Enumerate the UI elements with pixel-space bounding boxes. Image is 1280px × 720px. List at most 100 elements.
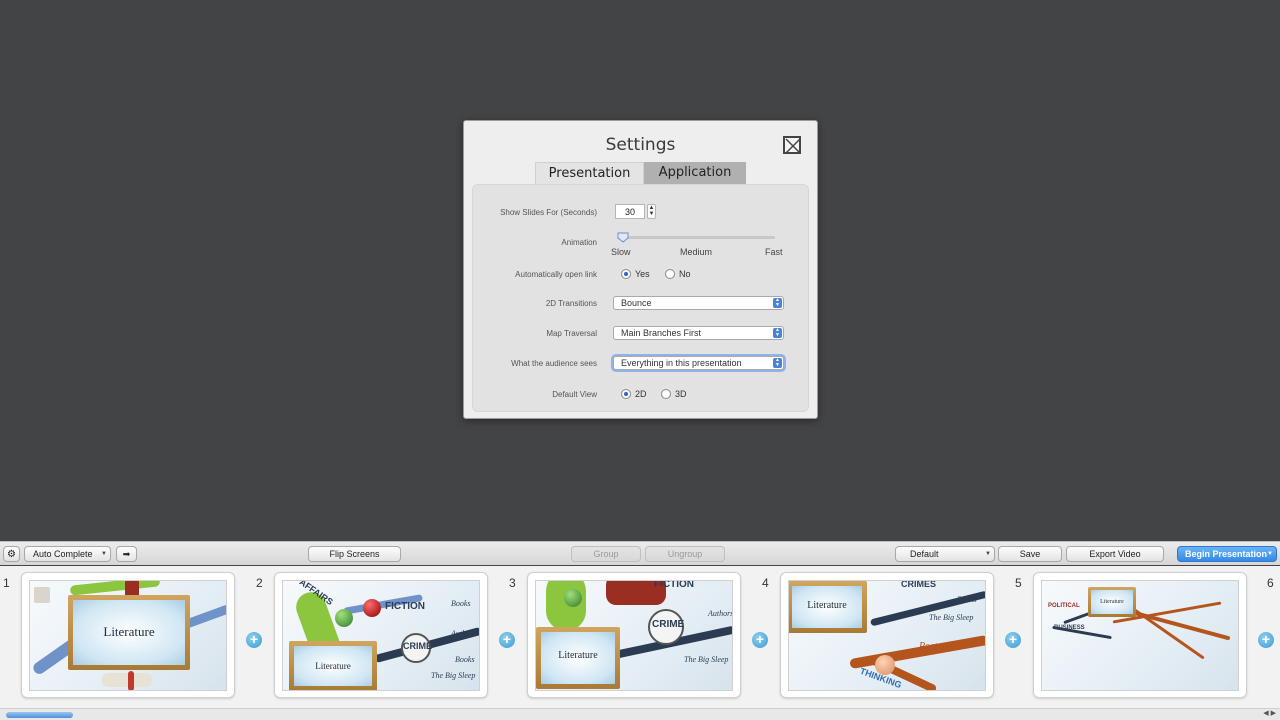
add-slide-button[interactable]: + <box>246 632 262 648</box>
auto-complete-button[interactable]: Auto Complete ▼ <box>24 546 111 562</box>
slide-word: The Big Sleep <box>929 613 974 622</box>
slide-number: 4 <box>762 576 769 590</box>
plus-icon: + <box>755 631 765 647</box>
dialog-title: Settings <box>605 135 676 155</box>
present-screen-button[interactable]: ➡ <box>116 546 137 562</box>
animation-tick-medium: Medium <box>680 247 713 257</box>
settings-dialog: Settings Presentation Application Show S… <box>463 120 818 419</box>
slide-strip: 1 Literature + 2 AFFAIRS FICTION CRIME B… <box>0 566 1280 708</box>
auto-open-no-radio[interactable] <box>665 269 675 279</box>
tab-application[interactable]: Application <box>644 162 746 184</box>
slide-word: FICTION <box>654 580 694 590</box>
export-video-button[interactable]: Export Video <box>1066 546 1164 562</box>
scroll-arrows-icon[interactable]: ◀ ▶ <box>1263 709 1276 717</box>
default-view-2d-label: 2D <box>635 389 647 399</box>
gear-icon: ⚙ <box>7 549 16 560</box>
audience-select[interactable]: Everything in this presentation ▲ ▼ <box>613 356 784 370</box>
chevron-down-icon: ▼ <box>101 551 107 557</box>
flip-screens-button[interactable]: Flip Screens <box>308 546 401 562</box>
settings-gear-button[interactable]: ⚙ <box>3 546 20 562</box>
slide-thumbnail-5[interactable]: POLITICAL BUSINESS Literature <box>1033 572 1247 698</box>
transitions-select[interactable]: Bounce ▲ ▼ <box>613 296 784 310</box>
auto-complete-label: Auto Complete <box>33 549 93 559</box>
slide-thumbnail-2[interactable]: AFFAIRS FICTION CRIME Books Authors Book… <box>274 572 488 698</box>
slide-word: BUSINESS <box>1054 625 1085 631</box>
chevron-down-icon: ▼ <box>1267 551 1273 557</box>
slide-number: 2 <box>256 576 263 590</box>
literature-frame: Literature <box>68 595 190 670</box>
map-traversal-label: Map Traversal <box>546 329 597 338</box>
theme-value: Default <box>910 549 939 559</box>
arrow-right-icon: ➡ <box>122 549 131 559</box>
transitions-label: 2D Transitions <box>545 299 597 308</box>
slide-number: 6 <box>1267 576 1274 590</box>
animation-tick-fast: Fast <box>765 247 783 257</box>
chevron-down-icon: ▼ <box>985 551 991 557</box>
animation-slider-handle[interactable] <box>617 232 629 243</box>
slide-word: Poetry <box>919 641 946 652</box>
slide-title: Literature <box>73 600 185 665</box>
show-slides-label: Show Slides For (Seconds) <box>500 208 597 217</box>
show-slides-stepper[interactable]: ▲ ▼ <box>647 204 656 219</box>
slide-number: 5 <box>1015 576 1022 590</box>
red-ball-icon <box>363 599 381 617</box>
horizontal-scrollbar[interactable]: ◀ ▶ <box>0 708 1280 720</box>
slide-thumbnail-3[interactable]: FICTION CRIME Authors The Big Sleep Lite… <box>527 572 741 698</box>
globe-icon <box>335 609 353 627</box>
plus-icon: + <box>1008 631 1018 647</box>
group-button[interactable]: Group <box>571 546 641 562</box>
slide-preview: AFFAIRS FICTION CRIME Books Authors Book… <box>282 580 480 691</box>
slide-word: Authors <box>451 629 477 638</box>
add-slide-button[interactable]: + <box>499 632 515 648</box>
add-slide-button[interactable]: + <box>752 632 768 648</box>
slide-preview: Literature <box>29 580 227 691</box>
slide-thumbnail-1[interactable]: Literature <box>21 572 235 698</box>
close-icon <box>785 138 801 154</box>
slide-word: Books <box>455 655 475 664</box>
tab-presentation[interactable]: Presentation <box>535 162 644 184</box>
slide-word: The Big Sleep <box>431 671 476 680</box>
save-button[interactable]: Save <box>998 546 1062 562</box>
slide-word: Authors <box>708 609 733 618</box>
slide-title: Literature <box>294 646 372 686</box>
slide-word: Books <box>451 599 471 608</box>
slide-preview: FICTION CRIME Authors The Big Sleep Lite… <box>535 580 733 691</box>
map-traversal-select[interactable]: Main Branches First ▲ ▼ <box>613 326 784 340</box>
default-view-2d-radio[interactable] <box>621 389 631 399</box>
globe-icon <box>564 589 582 607</box>
audience-label: What the audience sees <box>511 359 597 368</box>
literature-frame: Literature <box>1088 587 1136 617</box>
animation-slider-track[interactable] <box>617 236 775 239</box>
transitions-value: Bounce <box>621 298 652 308</box>
literature-frame: Literature <box>789 581 867 633</box>
slide-word: CRIMES <box>901 580 937 589</box>
ungroup-button[interactable]: Ungroup <box>645 546 725 562</box>
slide-word: CRIME <box>403 641 432 651</box>
slide-preview: CRIMES Books The Big Sleep Poetry THINKI… <box>788 580 986 691</box>
scrollbar-thumb[interactable] <box>6 712 73 718</box>
auto-open-yes-radio[interactable] <box>621 269 631 279</box>
plus-icon: + <box>1261 631 1271 647</box>
default-view-3d-radio[interactable] <box>661 389 671 399</box>
slide-word: FICTION <box>385 601 425 612</box>
select-arrows-icon: ▲ ▼ <box>773 298 782 308</box>
add-slide-button[interactable]: + <box>1258 632 1274 648</box>
auto-open-label: Automatically open link <box>515 270 597 279</box>
default-view-label: Default View <box>552 390 597 399</box>
show-slides-input[interactable]: 30 <box>615 204 645 219</box>
slide-title: Literature <box>541 632 615 684</box>
begin-presentation-label: Begin Presentation <box>1185 549 1268 559</box>
slide-word: The Big Sleep <box>684 655 729 664</box>
slide-thumbnail-4[interactable]: CRIMES Books The Big Sleep Poetry THINKI… <box>780 572 994 698</box>
select-arrows-icon: ▲ ▼ <box>773 328 782 338</box>
slide-word: CRIME <box>652 619 685 630</box>
theme-select[interactable]: Default ▼ <box>895 546 995 562</box>
slide-title: Literature <box>792 586 862 628</box>
auto-open-no-label: No <box>679 269 691 279</box>
animation-tick-slow: Slow <box>611 247 631 257</box>
begin-presentation-button[interactable]: Begin Presentation ▼ <box>1177 546 1277 562</box>
slide-preview: POLITICAL BUSINESS Literature <box>1041 580 1239 691</box>
slide-number: 3 <box>509 576 516 590</box>
add-slide-button[interactable]: + <box>1005 632 1021 648</box>
close-button[interactable] <box>783 136 801 154</box>
